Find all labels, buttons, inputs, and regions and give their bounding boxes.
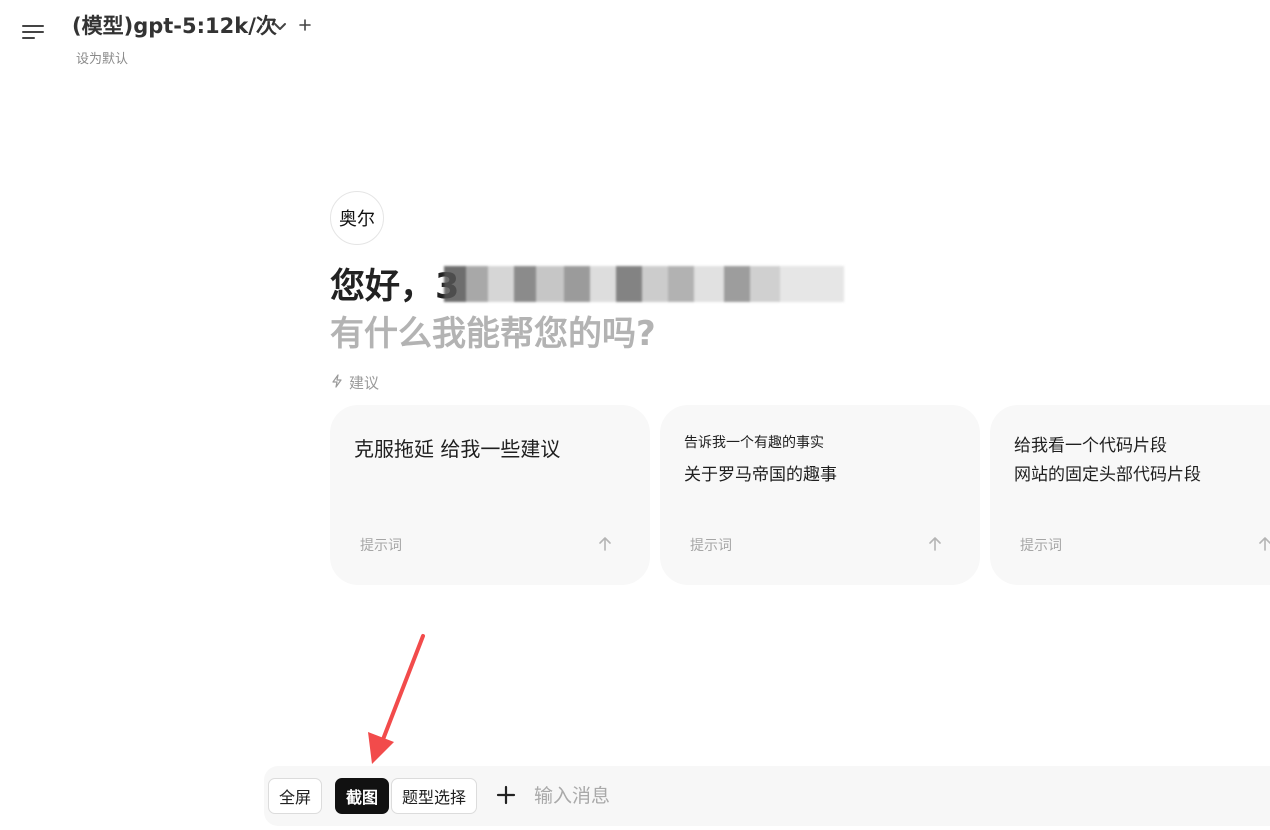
suggestions-label: 建议 <box>331 372 379 393</box>
suggestion-card[interactable]: 给我看一个代码片段 网站的固定头部代码片段 提示词 <box>990 405 1270 585</box>
suggestion-card[interactable]: 克服拖延 给我一些建议 提示词 <box>330 405 650 585</box>
suggestion-tag: 提示词 <box>360 538 402 554</box>
suggestions-label-text: 建议 <box>349 374 380 392</box>
suggestion-cards: 克服拖延 给我一些建议 提示词 告诉我一个有趣的事实 关于罗马帝国的趣事 提示词… <box>330 405 1270 585</box>
fullscreen-button[interactable]: 全屏 <box>268 778 323 814</box>
set-default-link[interactable]: 设为默认 <box>76 48 128 67</box>
message-composer: 全屏 截图 题型选择 <box>264 766 1270 826</box>
redacted-username <box>444 266 844 302</box>
annotation-arrow-icon <box>368 634 425 764</box>
avatar: 奥尔 <box>330 191 384 245</box>
arrow-up-icon[interactable] <box>1256 535 1270 553</box>
arrow-up-icon[interactable] <box>596 535 614 553</box>
chat-home-page: (模型)gpt-5:12k/次 设为默认 奥尔 您好，3 有什么我能帮您的吗? … <box>0 0 1270 830</box>
greeting-title: 您好，3 <box>330 267 460 307</box>
suggestion-subtitle: 关于罗马帝国的趣事 <box>684 465 837 485</box>
arrow-up-icon[interactable] <box>926 535 944 553</box>
suggestion-title: 给我看一个代码片段 <box>1014 436 1167 456</box>
suggestion-subtitle: 网站的固定头部代码片段 <box>1014 465 1201 485</box>
suggestion-card[interactable]: 告诉我一个有趣的事实 关于罗马帝国的趣事 提示词 <box>660 405 980 585</box>
suggestion-tag: 提示词 <box>1020 538 1062 554</box>
suggestion-title: 克服拖延 给我一些建议 <box>354 437 561 461</box>
chevron-down-icon[interactable] <box>272 18 288 34</box>
plus-icon[interactable] <box>297 17 313 33</box>
menu-icon[interactable] <box>20 20 46 44</box>
greeting-subtitle: 有什么我能帮您的吗? <box>330 314 656 354</box>
screenshot-button[interactable]: 截图 <box>335 778 390 814</box>
model-selector-title[interactable]: (模型)gpt-5:12k/次 <box>72 10 277 40</box>
message-input[interactable] <box>534 780 1234 812</box>
suggestion-tag: 提示词 <box>690 538 732 554</box>
question-type-button[interactable]: 题型选择 <box>391 778 478 814</box>
suggestion-title: 告诉我一个有趣的事实 <box>684 435 824 451</box>
plus-icon[interactable] <box>496 785 516 805</box>
bolt-icon <box>331 373 343 392</box>
